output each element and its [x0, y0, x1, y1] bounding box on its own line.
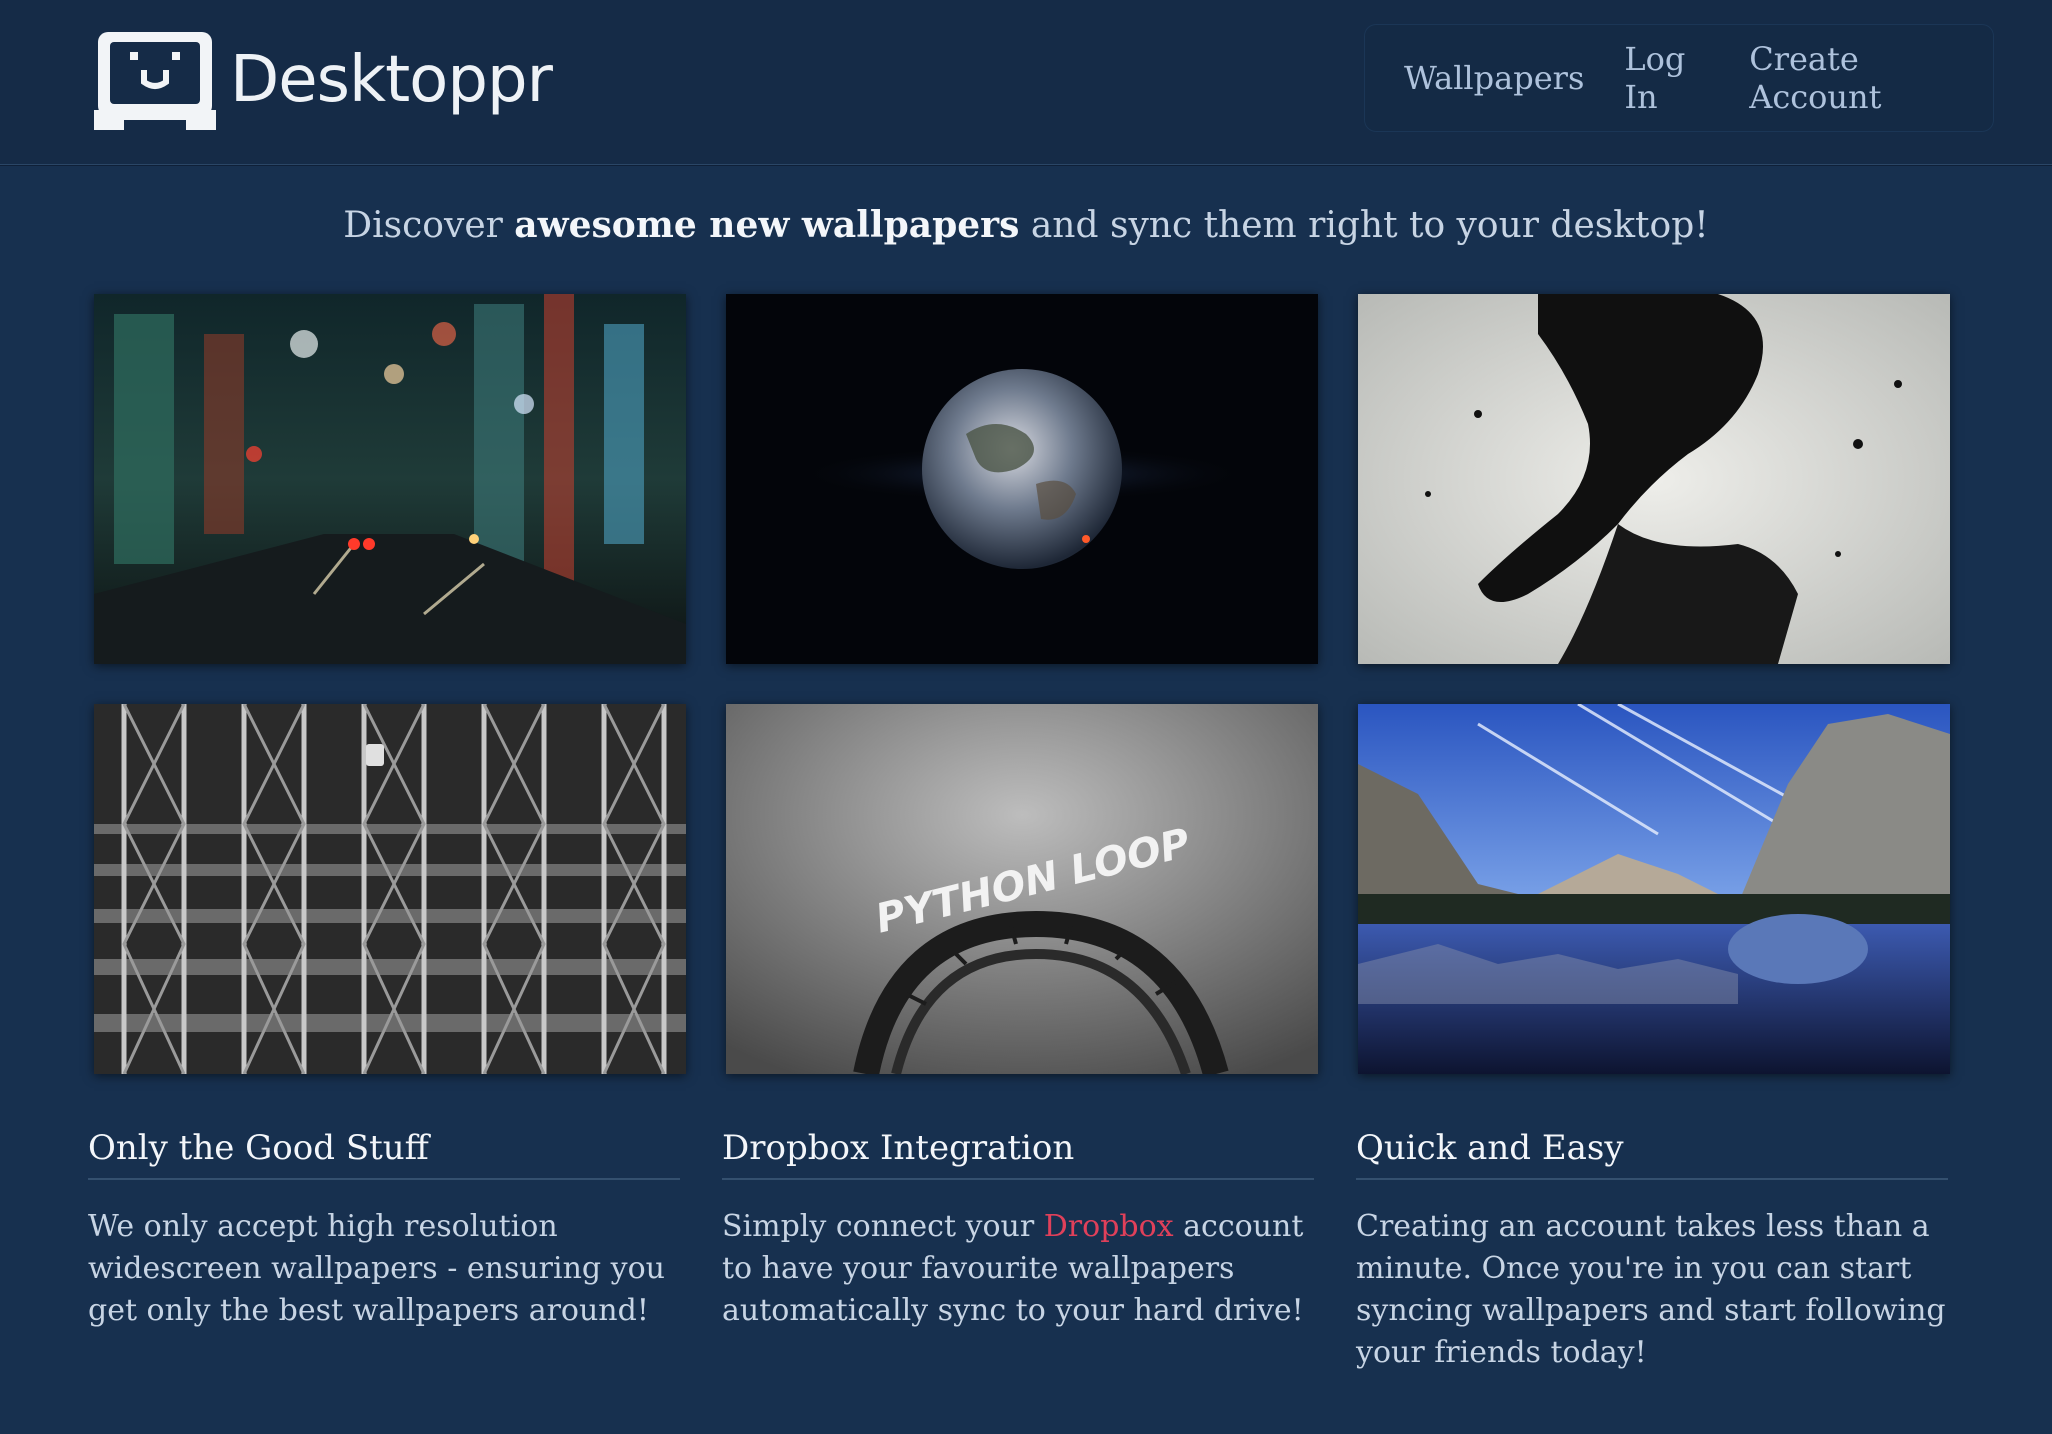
- site-header: Desktoppr Wallpapers Log In Create Accou…: [0, 0, 2052, 165]
- tagline-prefix: Discover: [343, 205, 515, 246]
- feature-title: Dropbox Integration: [722, 1128, 1314, 1180]
- wallpaper-thumb-yosemite[interactable]: [1358, 704, 1950, 1074]
- feature-title: Only the Good Stuff: [88, 1128, 680, 1180]
- wallpaper-thumb-gate-stairs[interactable]: [94, 704, 686, 1074]
- feature-text: Creating an account takes less than a mi…: [1356, 1209, 1946, 1370]
- feature-text: We only accept high resolution widescree…: [88, 1209, 666, 1328]
- tagline: Discover awesome new wallpapers and sync…: [0, 204, 2052, 246]
- feature-good-stuff: Only the Good Stuff We only accept high …: [88, 1128, 680, 1332]
- wallpaper-thumb-city-night[interactable]: [94, 294, 686, 664]
- dropbox-link[interactable]: Dropbox: [1044, 1209, 1174, 1244]
- tagline-emphasis: awesome new wallpapers: [514, 204, 1020, 246]
- brand-name: Desktoppr: [230, 43, 553, 117]
- brand-logo[interactable]: Desktoppr: [94, 30, 553, 130]
- nav-wallpapers[interactable]: Wallpapers: [1404, 59, 1584, 97]
- feature-text: Simply connect your Dropbox account to h…: [722, 1206, 1314, 1332]
- desktoppr-monitor-face-icon: [94, 30, 216, 130]
- wallpaper-thumb-python-loop[interactable]: PYTHON LOOP: [726, 704, 1318, 1074]
- nav-log-in[interactable]: Log In: [1624, 40, 1709, 116]
- feature-text-before: Simply connect your: [722, 1209, 1044, 1244]
- feature-dropbox: Dropbox Integration Simply connect your …: [722, 1128, 1314, 1332]
- feature-title: Quick and Easy: [1356, 1128, 1948, 1180]
- wallpaper-thumb-earth[interactable]: [726, 294, 1318, 664]
- main-nav: Wallpapers Log In Create Account: [1364, 24, 1994, 132]
- tagline-suffix: and sync them right to your desktop!: [1019, 205, 1709, 246]
- nav-create-account[interactable]: Create Account: [1749, 40, 1954, 116]
- feature-quick-easy: Quick and Easy Creating an account takes…: [1356, 1128, 1948, 1374]
- wallpaper-thumb-ink-portrait[interactable]: [1358, 294, 1950, 664]
